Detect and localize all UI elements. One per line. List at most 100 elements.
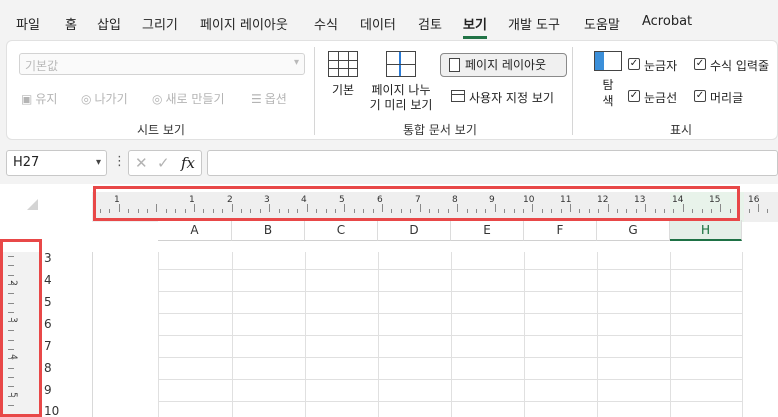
row-header-6[interactable]: 6 <box>44 313 66 335</box>
custom-views-label: 사용자 지정 보기 <box>469 91 554 105</box>
gridline-horizontal <box>158 269 742 270</box>
gridlines-label: 눈금선 <box>644 91 678 105</box>
exit-label: 나가기 <box>94 92 128 106</box>
row-header-4[interactable]: 4 <box>44 269 66 291</box>
page-layout-label: 페이지 레이아웃 <box>465 58 547 72</box>
page-break-label-1: 페이지 나누 <box>371 83 431 97</box>
row-header-10[interactable]: 10 <box>44 400 66 417</box>
page-break-preview-button[interactable]: 페이지 나누 기 미리 보기 <box>365 49 437 115</box>
enter-icon[interactable]: ✓ <box>157 154 170 172</box>
gridline-horizontal <box>158 335 742 336</box>
new-sheet-view-button[interactable]: ◎ 새로 만들기 <box>152 90 225 107</box>
document-icon <box>449 58 460 72</box>
formula-bar-checkbox[interactable]: ✓ 수식 입력줄 <box>694 57 769 74</box>
row-header-5[interactable]: 5 <box>44 291 66 313</box>
column-header-c[interactable]: C <box>305 220 378 241</box>
gridline-vertical <box>742 252 743 417</box>
list-icon: ☰ <box>251 92 262 106</box>
gridline-vertical <box>670 252 671 417</box>
headings-checkbox[interactable]: ✓ 머리글 <box>694 89 743 106</box>
page-left-edge <box>92 252 93 417</box>
checkmark-icon: ✓ <box>694 90 706 102</box>
sheet-view-select[interactable]: 기본값 ▾ <box>19 53 305 75</box>
navigation-button[interactable]: 탐 색 <box>592 51 624 109</box>
tab-acrobat[interactable]: Acrobat <box>642 14 692 29</box>
new-label: 새로 만들기 <box>165 92 225 106</box>
tab-developer[interactable]: 개발 도구 <box>508 14 560 33</box>
options-label: 옵션 <box>264 92 287 106</box>
checkmark-icon: ✓ <box>628 90 640 102</box>
select-all-corner[interactable] <box>27 199 38 210</box>
gridline-horizontal <box>158 357 742 358</box>
column-header-h[interactable]: H <box>670 220 742 241</box>
ribbon-view: 기본값 ▾ ▣ 유지 ◎ 나가기 ◎ 새로 만들기 ☰ 옵션 시트 보기 기본 페이지 … <box>6 40 778 140</box>
save-icon: ▣ <box>21 92 33 106</box>
custom-views-button[interactable]: 사용자 지정 보기 <box>451 89 554 106</box>
tab-home[interactable]: 홈 <box>65 14 77 33</box>
exit-button[interactable]: ◎ 나가기 <box>81 90 128 107</box>
gridline-horizontal <box>158 379 742 380</box>
ruler-highlight-vertical <box>0 239 42 417</box>
gridlines-checkbox[interactable]: ✓ 눈금선 <box>628 89 677 106</box>
tab-data[interactable]: 데이터 <box>360 14 396 33</box>
ruler-tick <box>758 204 759 212</box>
headings-label: 머리글 <box>710 91 744 105</box>
gridline-vertical <box>524 252 525 417</box>
normal-view-button[interactable]: 기본 <box>325 49 361 111</box>
column-header-b[interactable]: B <box>232 220 305 241</box>
menu-bar: 파일 홈 삽입 그리기 페이지 레이아웃 수식 데이터 검토 보기 개발 도구 … <box>0 0 778 40</box>
row-header-8[interactable]: 8 <box>44 357 66 379</box>
custom-views-icon <box>451 90 465 102</box>
column-header-f[interactable]: F <box>524 220 597 241</box>
formula-buttons: ✕ ✓ fx <box>128 150 202 176</box>
group-separator <box>572 47 573 135</box>
tab-page-layout[interactable]: 페이지 레이아웃 <box>200 14 288 33</box>
ruler-highlight-horizontal <box>93 186 740 221</box>
ruler-checkbox[interactable]: ✓ 눈금자 <box>628 57 677 74</box>
navigation-label-1: 탐 <box>602 78 614 92</box>
tab-file[interactable]: 파일 <box>16 14 40 33</box>
chevron-down-icon: ▾ <box>95 157 101 168</box>
column-header-g[interactable]: G <box>597 220 670 241</box>
page-break-label-2: 기 미리 보기 <box>369 98 433 112</box>
insert-function-icon[interactable]: fx <box>181 154 195 172</box>
formula-bar-label: 수식 입력줄 <box>710 59 770 73</box>
gridline-vertical <box>232 252 233 417</box>
chevron-down-icon: ▾ <box>293 57 299 68</box>
column-header-e[interactable]: E <box>451 220 524 241</box>
cancel-icon[interactable]: ✕ <box>135 154 148 172</box>
group-label-sheet-view: 시트 보기 <box>137 123 185 137</box>
row-header-3[interactable]: 3 <box>44 247 66 269</box>
tab-view[interactable]: 보기 <box>463 14 487 39</box>
gridline-horizontal <box>158 401 742 402</box>
column-header-d[interactable]: D <box>378 220 451 241</box>
options-button[interactable]: ☰ 옵션 <box>251 90 287 107</box>
gridline-horizontal <box>158 291 742 292</box>
more-options-icon[interactable]: ⋮ <box>113 154 126 169</box>
name-box[interactable]: H27 ▾ <box>6 150 107 176</box>
name-box-value: H27 <box>13 155 40 170</box>
normal-view-label: 기본 <box>331 83 355 97</box>
tab-draw[interactable]: 그리기 <box>142 14 178 33</box>
row-header-9[interactable]: 9 <box>44 379 66 401</box>
grid-icon <box>328 51 358 77</box>
ruler-tick <box>767 209 769 213</box>
tab-insert[interactable]: 삽입 <box>97 14 121 33</box>
row-header-7[interactable]: 7 <box>44 335 66 357</box>
ruler-label: 눈금자 <box>644 59 678 73</box>
navigation-pane-icon <box>594 51 622 71</box>
column-header-a[interactable]: A <box>158 220 232 241</box>
keep-button[interactable]: ▣ 유지 <box>21 90 57 107</box>
navigation-label-2: 색 <box>602 94 614 108</box>
tab-help[interactable]: 도움말 <box>584 14 620 33</box>
gridline-vertical <box>158 252 159 417</box>
group-label-show: 표시 <box>670 123 693 137</box>
ruler-tick <box>748 209 750 213</box>
gridline-vertical <box>378 252 379 417</box>
formula-input[interactable] <box>207 150 778 176</box>
column-headers: ABCDEFGH <box>158 220 778 241</box>
gridline-vertical <box>451 252 452 417</box>
page-layout-view-button[interactable]: 페이지 레이아웃 <box>440 53 567 77</box>
tab-review[interactable]: 검토 <box>418 14 442 33</box>
tab-formulas[interactable]: 수식 <box>314 14 338 33</box>
